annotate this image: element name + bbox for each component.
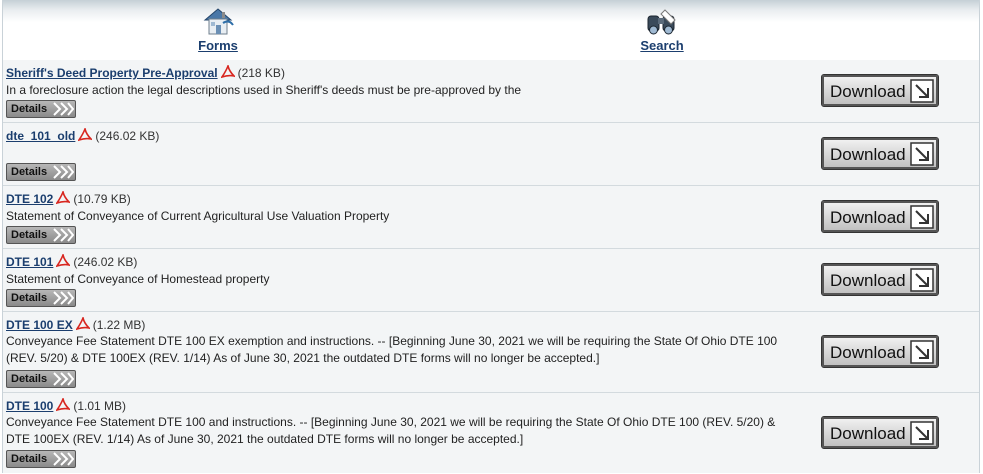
details-label: Details [11, 166, 48, 178]
binoculars-icon[interactable] [645, 6, 679, 38]
details-button[interactable]: Details [6, 100, 76, 118]
double-chevron-icon [53, 452, 74, 466]
details-label: Details [11, 103, 48, 115]
nav-forms-label[interactable]: Forms [178, 38, 258, 53]
download-label: Download [830, 82, 906, 101]
form-title-link[interactable]: DTE 100 EX [6, 318, 73, 332]
file-size: (1.22 MB) [92, 318, 146, 332]
form-title-link[interactable]: DTE 100 [6, 399, 53, 413]
pdf-icon [78, 128, 93, 142]
download-button[interactable]: Download [821, 335, 939, 368]
download-arrow-icon [910, 340, 934, 364]
download-label: Download [830, 145, 906, 164]
download-arrow-icon [910, 268, 934, 292]
details-button[interactable]: Details [6, 289, 76, 307]
download-button[interactable]: Download [821, 137, 939, 170]
details-label: Details [11, 229, 48, 241]
form-description: In a foreclosure action the legal descri… [6, 83, 522, 97]
download-button[interactable]: Download [821, 74, 939, 107]
form-row-dte-100: DTE 100 (1.01 MB) Conveyance Fee Statemen… [3, 393, 979, 473]
double-chevron-icon [53, 291, 74, 305]
download-button[interactable]: Download [821, 263, 939, 296]
details-label: Details [11, 373, 48, 385]
download-button[interactable]: Download [821, 200, 939, 233]
form-title-line: DTE 101 (246.02 KB) [6, 254, 137, 269]
pdf-icon [56, 398, 71, 412]
file-size: (10.79 KB) [73, 192, 131, 206]
double-chevron-icon [53, 102, 74, 116]
nav-search[interactable]: Search [622, 6, 702, 53]
pdf-icon [56, 191, 71, 205]
download-arrow-icon [910, 79, 934, 103]
double-chevron-icon [53, 372, 74, 386]
nav-search-label[interactable]: Search [622, 38, 702, 53]
form-row-dte-101-old: dte_101_old (246.02 KB) Details Download [3, 123, 979, 186]
pdf-icon [56, 254, 71, 268]
file-size: (1.01 MB) [73, 399, 127, 413]
form-row-sheriffs-deed: Sheriff's Deed Property Pre-Approval (218… [3, 60, 979, 123]
double-chevron-icon [53, 228, 74, 242]
details-button[interactable]: Details [6, 163, 76, 181]
pdf-icon [220, 65, 235, 79]
forms-panel: Forms Search Sheriff's Deed Property Pre… [2, 0, 980, 473]
details-button[interactable]: Details [6, 450, 76, 468]
form-description: Conveyance Fee Statement DTE 100 and ins… [6, 415, 776, 446]
details-label: Details [11, 453, 48, 465]
form-title-link[interactable]: DTE 101 [6, 255, 53, 269]
form-title-link[interactable]: DTE 102 [6, 192, 53, 206]
download-arrow-icon [910, 205, 934, 229]
house-icon[interactable] [201, 6, 235, 38]
details-button[interactable]: Details [6, 370, 76, 388]
form-row-dte-102: DTE 102 (10.79 KB) Statement of Conveyanc… [3, 186, 979, 249]
form-description: Conveyance Fee Statement DTE 100 EX exem… [6, 334, 778, 365]
details-button[interactable]: Details [6, 226, 76, 244]
download-label: Download [830, 424, 906, 443]
form-title-line: DTE 100 (1.01 MB) [6, 398, 126, 413]
form-title-line: DTE 102 (10.79 KB) [6, 191, 131, 206]
form-title-line: Sheriff's Deed Property Pre-Approval (218… [6, 65, 285, 80]
download-arrow-icon [910, 421, 934, 445]
form-title-link[interactable]: dte_101_old [6, 129, 75, 143]
double-chevron-icon [53, 165, 74, 179]
form-row-dte-101: DTE 101 (246.02 KB) Statement of Conveyan… [3, 249, 979, 312]
file-size: (246.02 KB) [95, 129, 160, 143]
top-nav-bar: Forms Search [3, 0, 979, 61]
download-button[interactable]: Download [821, 416, 939, 449]
file-size: (246.02 KB) [73, 255, 138, 269]
form-title-link[interactable]: Sheriff's Deed Property Pre-Approval [6, 66, 218, 80]
download-label: Download [830, 271, 906, 290]
download-arrow-icon [910, 142, 934, 166]
form-description: Statement of Conveyance of Homestead pro… [6, 272, 270, 286]
form-title-line: DTE 100 EX (1.22 MB) [6, 317, 145, 332]
pdf-icon [75, 317, 90, 331]
file-size: (218 KB) [237, 66, 285, 80]
nav-forms[interactable]: Forms [178, 6, 258, 53]
details-label: Details [11, 292, 48, 304]
form-row-dte-100-ex: DTE 100 EX (1.22 MB) Conveyance Fee State… [3, 312, 979, 393]
download-label: Download [830, 208, 906, 227]
form-description: Statement of Conveyance of Current Agric… [6, 209, 390, 223]
download-label: Download [830, 343, 906, 362]
form-title-line: dte_101_old (246.02 KB) [6, 128, 159, 143]
